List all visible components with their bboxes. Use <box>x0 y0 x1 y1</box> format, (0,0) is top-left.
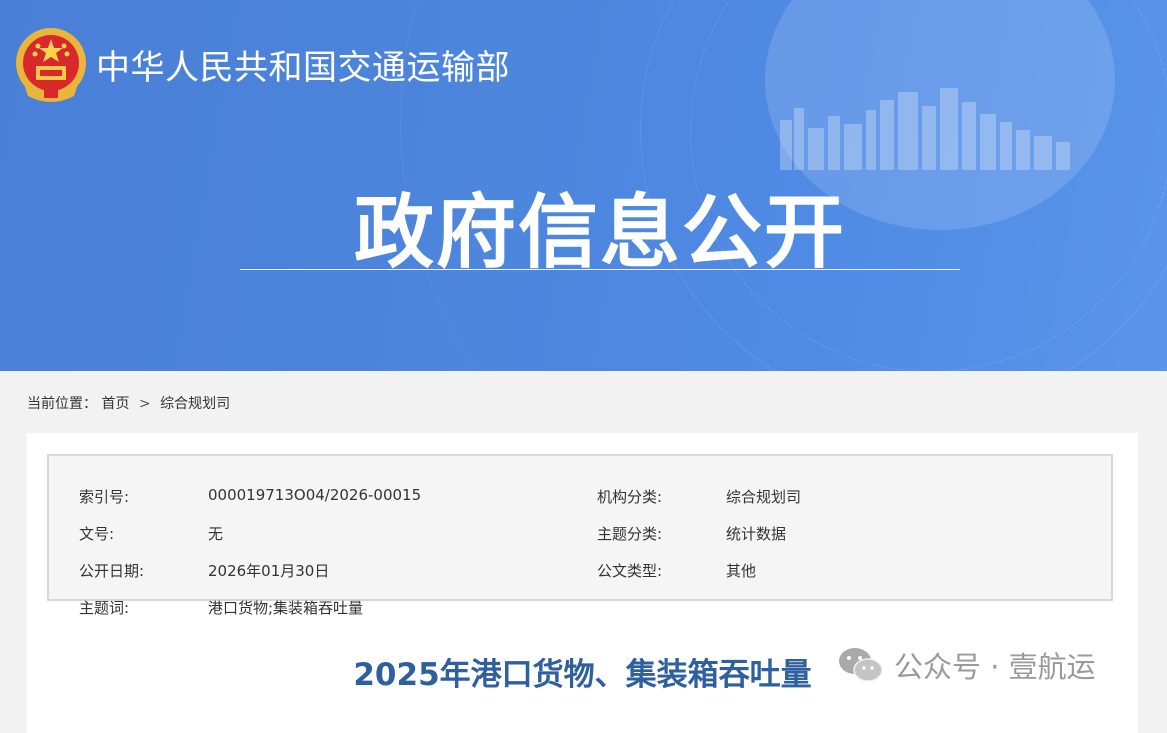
watermark: 公众号 · 壹航运 <box>838 643 1096 687</box>
doc-type-label: 公文类型: <box>597 562 663 580</box>
breadcrumb: 当前位置： 首页 > 综合规划司 <box>27 393 230 413</box>
title-divider <box>240 269 960 270</box>
header-banner: 中华人民共和国交通运输部 政府信息公开 <box>0 0 1167 371</box>
breadcrumb-separator: > <box>138 396 151 412</box>
keywords-label: 主题词: <box>79 599 130 617</box>
breadcrumb-home-link[interactable]: 首页 <box>101 396 129 412</box>
document-metadata-table: 索引号: 000019713O04/2026-00015 机构分类: 综合规划司… <box>47 454 1113 617</box>
keywords-value: 港口货物;集装箱吞吐量 <box>208 599 364 617</box>
breadcrumb-prefix: 当前位置： <box>27 396 97 412</box>
index-number-label: 索引号: <box>79 488 130 506</box>
ministry-name: 中华人民共和国交通运输部 <box>96 48 510 88</box>
wechat-icon <box>839 648 883 682</box>
topic-category-value: 统计数据 <box>726 525 787 543</box>
national-emblem-icon <box>16 28 86 102</box>
index-number-value: 000019713O04/2026-00015 <box>208 486 422 504</box>
content-card: 索引号: 000019713O04/2026-00015 机构分类: 综合规划司… <box>27 433 1138 733</box>
agency-category-value: 综合规划司 <box>726 488 802 506</box>
doc-type-value: 其他 <box>726 562 757 580</box>
section-title: 政府信息公开 <box>354 186 846 279</box>
agency-category-label: 机构分类: <box>597 488 663 506</box>
doc-number-value: 无 <box>208 525 224 543</box>
doc-number-label: 文号: <box>79 525 115 543</box>
topic-category-label: 主题分类: <box>597 525 663 543</box>
breadcrumb-current-link[interactable]: 综合规划司 <box>160 396 230 412</box>
watermark-text: 公众号 · 壹航运 <box>894 650 1096 684</box>
publish-date-label: 公开日期: <box>79 562 145 580</box>
publish-date-value: 2026年01月30日 <box>208 562 330 580</box>
city-skyline-graphic <box>780 88 1070 170</box>
